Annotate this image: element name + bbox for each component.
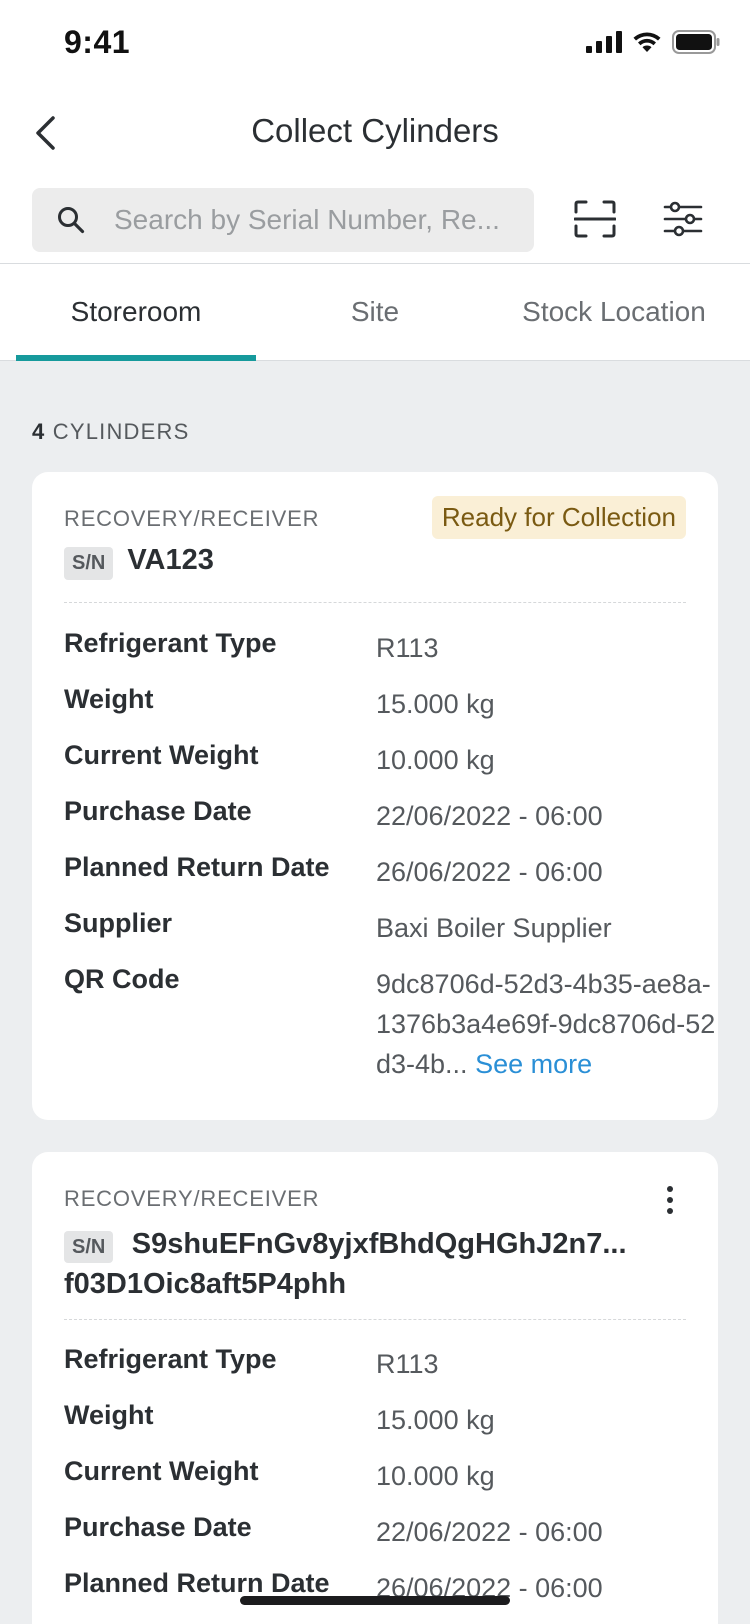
cylinder-card[interactable]: RECOVERY/RECEIVER S/N S9shuEFnGv8yjxfBhd… [32,1152,718,1624]
status-time: 9:41 [64,24,131,60]
wifi-icon [633,32,661,52]
detail-label: Planned Return Date [64,1568,330,1598]
detail-label: Purchase Date [64,796,252,826]
detail-label: Refrigerant Type [64,628,277,658]
detail-label: QR Code [64,964,180,994]
cylinder-count-number: 4 [32,419,46,444]
scan-button[interactable] [570,194,620,244]
navigation-bar: Collect Cylinders [0,90,750,176]
signal-icon [586,31,622,53]
detail-label: Refrigerant Type [64,1344,277,1374]
detail-value: 26/06/2022 - 06:00 [376,857,603,887]
cylinder-list[interactable]: 4 CYLINDERS RECOVERY/RECEIVER Ready for … [0,361,750,1624]
search-icon [56,205,86,235]
cylinder-type: RECOVERY/RECEIVER [64,1186,320,1211]
serial-number-badge: S/N [64,547,114,580]
detail-value: 22/06/2022 - 06:00 [376,801,603,831]
detail-label: Purchase Date [64,1512,252,1542]
detail-value: 9dc8706d-52d3-4b35-ae8a-1376b3a4e69f-9dc… [376,964,716,1084]
home-indicator[interactable] [240,1596,510,1605]
serial-number: S9shuEFnGv8yjxfBhdQgHGhJ2n7... f03D1Oic8… [64,1228,627,1300]
detail-value: R113 [376,1349,439,1379]
status-badge: Ready for Collection [431,496,686,539]
detail-value: 10.000 kg [376,745,495,775]
tab-bar: Storeroom Site Stock Location [0,263,750,361]
detail-value: 15.000 kg [376,1405,495,1435]
more-vertical-icon [667,1186,673,1192]
card-divider [64,602,686,603]
tab-stock-location[interactable]: Stock Location [494,264,734,360]
status-icons [586,30,720,54]
detail-label: Supplier [64,908,173,938]
filter-button[interactable] [658,194,708,244]
search-input[interactable] [114,204,534,236]
sliders-icon [663,201,703,237]
tab-site[interactable]: Site [276,264,474,360]
cylinder-count: 4 CYLINDERS [32,419,189,445]
cylinder-type: RECOVERY/RECEIVER [64,506,320,531]
status-bar: 9:41 [0,0,750,90]
scan-frame-icon [574,200,616,238]
more-options-button[interactable] [658,1180,682,1220]
battery-icon [672,30,720,54]
tab-storeroom[interactable]: Storeroom [16,264,256,360]
detail-value: Baxi Boiler Supplier [376,913,612,943]
detail-value: 10.000 kg [376,1461,495,1491]
serial-number: VA123 [127,544,214,576]
detail-label: Current Weight [64,1456,259,1486]
card-divider [64,1319,686,1320]
detail-value: 22/06/2022 - 06:00 [376,1517,603,1547]
serial-number-badge: S/N [64,1231,114,1263]
page-title: Collect Cylinders [251,112,499,149]
detail-label: Planned Return Date [64,852,330,882]
detail-label: Weight [64,684,154,714]
search-box[interactable] [32,188,534,252]
search-row [0,188,750,264]
detail-value: R113 [376,633,439,663]
serial-number-row: S/N VA123 [64,544,214,580]
cylinder-count-label: CYLINDERS [52,419,190,444]
detail-label: Current Weight [64,740,259,770]
detail-value: 15.000 kg [376,689,495,719]
see-more-link[interactable]: See more [475,1049,592,1079]
serial-number-row: S/N S9shuEFnGv8yjxfBhdQgHGhJ2n7... f03D1… [64,1224,664,1304]
cylinder-card[interactable]: RECOVERY/RECEIVER Ready for Collection S… [32,472,718,1120]
detail-label: Weight [64,1400,154,1430]
